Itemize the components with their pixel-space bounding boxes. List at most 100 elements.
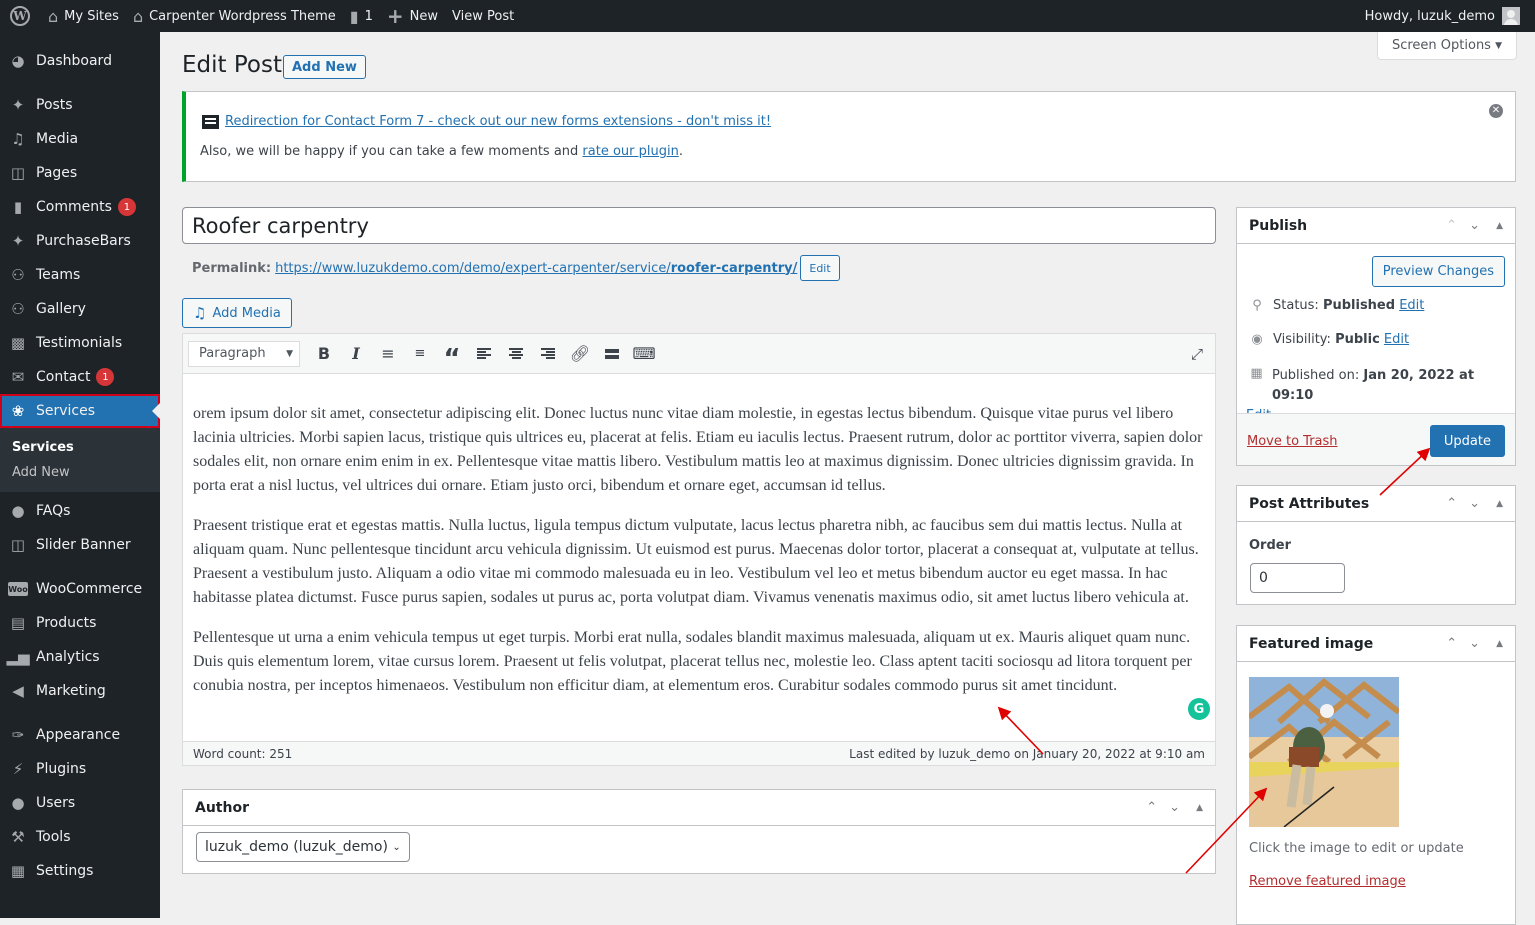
- site-name-menu[interactable]: ⌂ Carpenter Wordpress Theme: [126, 0, 343, 32]
- sidebar-item-teams[interactable]: ⚇ Teams: [0, 258, 160, 292]
- sidebar-item-label: Pages: [36, 165, 78, 181]
- move-to-trash-link[interactable]: Move to Trash: [1247, 434, 1338, 449]
- collapse-icon[interactable]: ▲: [1496, 639, 1503, 649]
- sidebar-item-tools[interactable]: ⚒ Tools: [0, 820, 160, 854]
- editor-content[interactable]: orem ipsum dolor sit amet, consectetur a…: [183, 374, 1215, 698]
- paragraph: orem ipsum dolor sit amet, consectetur a…: [193, 405, 1203, 494]
- screen-options-button[interactable]: Screen Options ▼: [1377, 32, 1517, 60]
- sidebar-item-dashboard[interactable]: ◕ Dashboard: [0, 44, 160, 78]
- move-down-icon[interactable]: ⌄: [1469, 218, 1480, 233]
- sidebar-item-comments[interactable]: ▮ Comments 1: [0, 190, 160, 224]
- email-icon: ✉: [11, 368, 25, 386]
- view-post-link[interactable]: View Post: [445, 0, 521, 32]
- bold-icon[interactable]: B: [308, 339, 340, 369]
- new-content-menu[interactable]: + New: [380, 0, 445, 32]
- add-new-button[interactable]: Add New: [283, 55, 366, 79]
- sidebar-item-users[interactable]: ● Users: [0, 786, 160, 820]
- author-select[interactable]: luzuk_demo (luzuk_demo) ⌄: [196, 832, 410, 862]
- media-icon: ♫: [11, 130, 25, 148]
- comments-menu[interactable]: ▮ 1: [343, 0, 380, 32]
- format-select[interactable]: Paragraph ▼: [188, 340, 300, 367]
- add-media-button[interactable]: ♫ Add Media: [182, 298, 292, 328]
- services-icon: ❀: [11, 402, 25, 420]
- sidebar-item-marketing[interactable]: ◀ Marketing: [0, 674, 160, 708]
- sidebar-item-testimonials[interactable]: ▩ Testimonials: [0, 326, 160, 360]
- featured-image-thumbnail[interactable]: [1249, 677, 1399, 827]
- collapse-icon[interactable]: ▲: [1496, 221, 1503, 231]
- collapse-icon[interactable]: ▲: [1496, 499, 1503, 509]
- sidebar-item-appearance[interactable]: ✑ Appearance: [0, 718, 160, 752]
- read-more-icon[interactable]: [596, 339, 628, 369]
- sidebar-item-purchasebars[interactable]: ✦ PurchaseBars: [0, 224, 160, 258]
- bullet-list-icon[interactable]: ≡: [372, 339, 404, 369]
- sidebar-item-posts[interactable]: ✦ Posts: [0, 88, 160, 122]
- toolbar-toggle-icon[interactable]: ⌨: [628, 339, 660, 369]
- my-sites-label: My Sites: [64, 8, 119, 24]
- align-right-icon[interactable]: [532, 339, 564, 369]
- rate-plugin-link[interactable]: rate our plugin: [582, 144, 678, 159]
- submenu-item-add-new[interactable]: Add New: [0, 460, 160, 485]
- order-input[interactable]: 0: [1250, 563, 1345, 593]
- my-sites-menu[interactable]: ⌂ My Sites: [41, 0, 126, 32]
- plugin-icon: ⚡: [12, 760, 24, 778]
- settings-icon: ▦: [10, 862, 26, 880]
- sidebar-item-woocommerce[interactable]: Woo WooCommerce: [0, 572, 160, 606]
- move-down-icon[interactable]: ⌄: [1469, 636, 1480, 651]
- move-up-icon[interactable]: ⌃: [1446, 218, 1457, 233]
- admin-sidebar: ◕ Dashboard ✦ Posts ♫ Media ◫ Pages ▮ Comment…: [0, 32, 160, 918]
- permalink: Permalink: https://www.luzukdemo.com/dem…: [192, 255, 840, 281]
- media-icon: ♫: [193, 304, 207, 322]
- sidebar-item-label: Marketing: [36, 683, 106, 699]
- blockquote-icon[interactable]: “: [436, 339, 468, 374]
- edit-status-link[interactable]: Edit: [1399, 298, 1424, 313]
- sidebar-item-label: Contact: [36, 369, 91, 385]
- caret-down-icon: ▼: [1495, 40, 1503, 51]
- sidebar-item-media[interactable]: ♫ Media: [0, 122, 160, 156]
- sidebar-item-contact[interactable]: ✉ Contact 1: [0, 360, 160, 394]
- link-icon[interactable]: 🔗︎: [564, 339, 596, 369]
- faq-icon: ●: [11, 502, 25, 520]
- remove-featured-image-link[interactable]: Remove featured image: [1249, 874, 1406, 889]
- dismiss-icon[interactable]: ✕: [1489, 104, 1503, 118]
- sidebar-item-products[interactable]: ▤ Products: [0, 606, 160, 640]
- submenu-item-services[interactable]: Services: [0, 435, 160, 460]
- move-up-icon[interactable]: ⌃: [1446, 636, 1457, 651]
- sidebar-item-gallery[interactable]: ⚇ Gallery: [0, 292, 160, 326]
- sidebar-item-settings[interactable]: ▦ Settings: [0, 854, 160, 888]
- update-button[interactable]: Update: [1429, 425, 1505, 457]
- align-left-icon[interactable]: [468, 339, 500, 369]
- eye-icon: ◉: [1251, 332, 1263, 347]
- italic-icon[interactable]: I: [340, 339, 372, 369]
- sidebar-item-pages[interactable]: ◫ Pages: [0, 156, 160, 190]
- last-edited: Last edited by luzuk_demo on January 20,…: [849, 746, 1205, 761]
- edit-permalink-button[interactable]: Edit: [800, 255, 840, 281]
- sidebar-item-services[interactable]: ❀ Services: [0, 394, 160, 428]
- move-up-icon[interactable]: ⌃: [1146, 800, 1157, 815]
- move-down-icon[interactable]: ⌄: [1169, 800, 1180, 815]
- notice-link[interactable]: Redirection for Contact Form 7 - check o…: [225, 114, 771, 129]
- services-submenu: Services Add New: [0, 428, 160, 492]
- collapse-icon[interactable]: ▲: [1196, 803, 1203, 813]
- sidebar-item-plugins[interactable]: ⚡ Plugins: [0, 752, 160, 786]
- status-row: ⚲ Status: Published Edit: [1247, 298, 1424, 313]
- post-title-input[interactable]: Roofer carpentry: [182, 207, 1216, 244]
- align-center-icon[interactable]: [500, 339, 532, 369]
- grammarly-icon[interactable]: G: [1188, 698, 1210, 720]
- sidebar-item-slider-banner[interactable]: ◫ Slider Banner: [0, 528, 160, 562]
- move-up-icon[interactable]: ⌃: [1446, 496, 1457, 511]
- numbered-list-icon[interactable]: ≡: [404, 339, 436, 369]
- my-account-menu[interactable]: Howdy, luzuk_demo: [1358, 0, 1527, 32]
- sidebar-item-analytics[interactable]: ▂▅ Analytics: [0, 640, 160, 674]
- sidebar-item-label: Products: [36, 615, 97, 631]
- sidebar-item-faqs[interactable]: ● FAQs: [0, 494, 160, 528]
- move-down-icon[interactable]: ⌄: [1469, 496, 1480, 511]
- permalink-link[interactable]: https://www.luzukdemo.com/demo/expert-ca…: [275, 261, 797, 276]
- wp-logo-menu[interactable]: W: [0, 0, 41, 32]
- edit-visibility-link[interactable]: Edit: [1384, 332, 1409, 347]
- publish-box: Publish ⌃ ⌄ ▲ Preview Changes ⚲ Status: Pub…: [1236, 207, 1516, 466]
- sidebar-item-label: PurchaseBars: [36, 233, 131, 249]
- contact-badge: 1: [96, 368, 115, 386]
- publish-actions: Move to Trash Update: [1237, 413, 1515, 465]
- fullscreen-icon[interactable]: ⤢: [1191, 345, 1203, 363]
- preview-changes-button[interactable]: Preview Changes: [1371, 256, 1505, 287]
